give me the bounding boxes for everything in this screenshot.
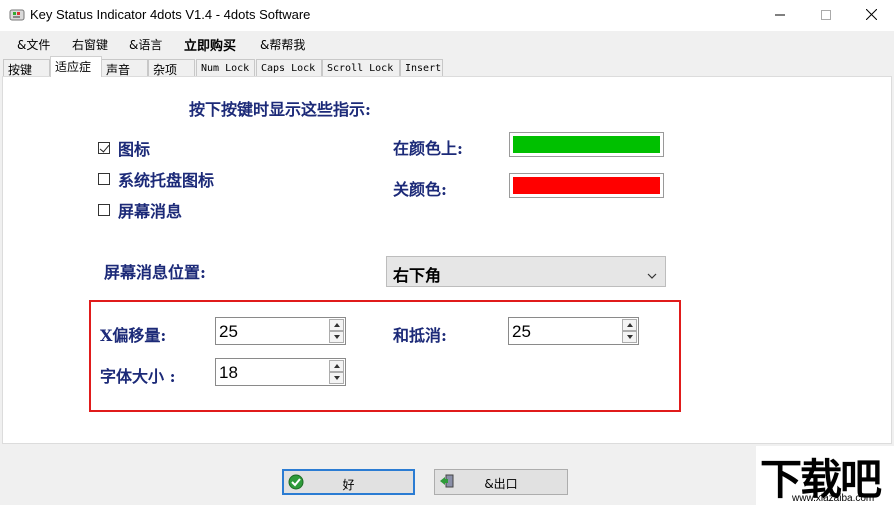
tab-keys[interactable]: 按键: [3, 59, 50, 77]
tray-icon-checkbox[interactable]: 系统托盘图标: [98, 167, 214, 191]
off-color-label: 关颜色:: [393, 180, 447, 199]
ok-button-label: 好: [342, 478, 355, 492]
x-offset-value[interactable]: 25: [219, 322, 238, 342]
menu-buy-now[interactable]: 立即购买: [184, 35, 236, 54]
maximize-icon: [821, 9, 831, 23]
maximize-button[interactable]: [803, 0, 849, 31]
spin-down-icon[interactable]: [622, 331, 637, 343]
y-offset-value[interactable]: 25: [512, 322, 531, 342]
on-color-label: 在颜色上:: [393, 139, 463, 158]
screen-message-checkbox[interactable]: 屏幕消息: [98, 198, 182, 222]
screen-message-checkbox-label: 屏幕消息: [118, 202, 183, 221]
y-offset-stepper[interactable]: 25: [508, 317, 639, 345]
menu-right-key[interactable]: 右窗键: [72, 36, 108, 53]
indicators-heading: 按下按键时显示这些指示:: [189, 100, 371, 119]
menu-help[interactable]: &帮帮我: [260, 36, 305, 53]
key-app-icon: [9, 8, 25, 22]
off-color-swatch[interactable]: [509, 173, 664, 198]
menu-language[interactable]: &语言: [129, 36, 162, 53]
off-color-fill: [513, 177, 660, 194]
watermark-url: www.xiazaiba.com: [792, 493, 875, 504]
spin-up-icon[interactable]: [329, 360, 344, 372]
on-color-fill: [513, 136, 660, 153]
menu-file[interactable]: &文件: [17, 36, 50, 53]
close-icon: [865, 8, 877, 23]
spin-down-icon[interactable]: [329, 331, 344, 343]
position-select[interactable]: 右下角: [386, 256, 666, 287]
y-offset-label: 和抵消:: [393, 326, 447, 345]
tab-insert[interactable]: Insert: [400, 59, 443, 76]
position-selected-value: 右下角: [393, 266, 442, 285]
tab-caps-lock[interactable]: Caps Lock: [256, 59, 322, 76]
x-offset-label: X偏移量:: [100, 326, 167, 345]
tab-strip: 按键 适应症 声音 杂项 Num Lock Caps Lock Scroll L…: [0, 56, 894, 77]
checkbox-icon: [98, 173, 110, 185]
spin-up-icon[interactable]: [622, 319, 637, 331]
font-size-value[interactable]: 18: [219, 363, 238, 383]
checkbox-icon: [98, 142, 110, 154]
chevron-down-icon: [647, 266, 657, 279]
font-size-label: 字体大小 :: [100, 367, 176, 386]
spin-down-icon[interactable]: [329, 372, 344, 384]
minimize-icon: [775, 9, 785, 23]
x-offset-stepper[interactable]: 25: [215, 317, 346, 345]
exit-button-label: &出口: [484, 477, 518, 491]
title-bar: Key Status Indicator 4dots V1.4 - 4dots …: [0, 0, 894, 31]
tab-sound[interactable]: 声音: [101, 59, 148, 77]
icon-checkbox-label: 图标: [118, 140, 151, 159]
close-button[interactable]: [848, 0, 894, 31]
watermark: 下载吧 www.xiazaiba.com: [756, 446, 894, 505]
font-size-stepper[interactable]: 18: [215, 358, 346, 386]
minimize-button[interactable]: [757, 0, 803, 31]
menu-bar: &文件 右窗键 &语言 立即购买 &帮帮我: [0, 31, 540, 56]
exit-button[interactable]: &出口: [434, 469, 568, 495]
tray-icon-checkbox-label: 系统托盘图标: [118, 171, 215, 190]
spin-up-icon[interactable]: [329, 319, 344, 331]
window-title: Key Status Indicator 4dots V1.4 - 4dots …: [30, 7, 311, 22]
icon-checkbox[interactable]: 图标: [98, 136, 150, 160]
on-color-swatch[interactable]: [509, 132, 664, 157]
tab-indications[interactable]: 适应症: [50, 56, 102, 77]
checkbox-icon: [98, 204, 110, 216]
tab-num-lock[interactable]: Num Lock: [196, 59, 255, 76]
tab-scroll-lock[interactable]: Scroll Lock: [322, 59, 400, 76]
ok-button[interactable]: 好: [282, 469, 415, 495]
tab-misc[interactable]: 杂项: [148, 59, 195, 77]
position-label: 屏幕消息位置:: [104, 263, 206, 282]
